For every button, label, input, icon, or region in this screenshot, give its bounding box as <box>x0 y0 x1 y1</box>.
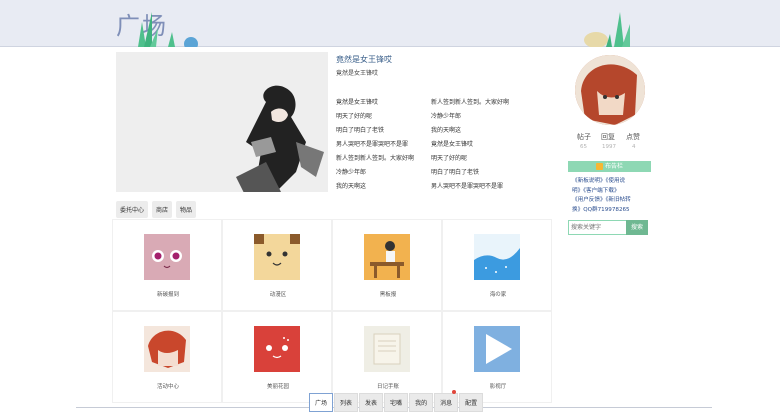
nav-home[interactable]: 宅嘴 <box>384 393 409 412</box>
news-item[interactable]: 明天了好的呢 <box>336 111 372 123</box>
news-item[interactable]: 明天了好的呢 <box>431 153 467 165</box>
avatar[interactable] <box>575 55 645 125</box>
board-label: 活动中心 <box>156 384 179 390</box>
board-card[interactable]: 美丽花园 <box>222 311 332 403</box>
activity-center-icon <box>144 326 190 372</box>
news-item[interactable]: 我的天啊这 <box>336 181 366 193</box>
board-label: 黑板报 <box>379 292 397 298</box>
news-item[interactable]: 竟然是女王锋哎 <box>431 139 473 151</box>
news-item[interactable]: 明白了明白了老铁 <box>431 167 479 179</box>
nav-messages[interactable]: 消息 <box>434 393 459 412</box>
notice-board: 《新板说明》《使用说 明》《客户端下载》 《用户反馈》《新旧帖转 换》QQ群71… <box>572 177 652 215</box>
board-card[interactable]: 海の家 <box>442 219 552 311</box>
grass-decoration-left <box>138 12 198 47</box>
board-card[interactable]: 日记手账 <box>332 311 442 403</box>
board-label: 影视厅 <box>489 384 507 390</box>
news-item[interactable]: 男人哭吧不是罪哭吧不是罪 <box>431 181 503 193</box>
news-item[interactable]: 明白了明白了老铁 <box>336 125 384 137</box>
news-item[interactable]: 竟然是女王锋哎 <box>336 97 378 109</box>
board-grid: 新碳报到 动漫区 黑板报 海の家 活动中心 美丽花园 日记手账 影视厅 <box>112 219 552 409</box>
search-box: 搜索 <box>568 220 648 235</box>
diary-icon <box>364 326 410 372</box>
notice-line[interactable]: 换》QQ群719978265 <box>572 206 652 216</box>
stat-likes-label: 点赞 <box>626 133 640 141</box>
news-item[interactable]: 我的天啊这 <box>431 125 461 137</box>
tab-commission[interactable]: 委托中心 <box>116 201 149 218</box>
beach-icon <box>474 234 520 280</box>
stat-replies-value: 1997 <box>602 144 616 150</box>
play-icon <box>474 326 520 372</box>
board-label: 日记手账 <box>376 384 399 390</box>
notice-board-header: 布告栏 <box>568 161 651 172</box>
stat-posts-label: 帖子 <box>577 133 591 141</box>
board-label: 美丽花园 <box>266 384 289 390</box>
avatar-illustration <box>575 55 645 125</box>
board-label: 新碳报到 <box>156 292 179 298</box>
stat-likes-value: 4 <box>632 144 636 150</box>
news-item[interactable]: 男人哭吧不是罪哭吧不是罪 <box>336 139 408 151</box>
news-item[interactable]: 冷静少年郎 <box>431 111 461 123</box>
featured-image[interactable] <box>116 52 328 197</box>
board-card[interactable]: 动漫区 <box>222 219 332 311</box>
board-label: 海の家 <box>489 292 507 298</box>
nav-mine[interactable]: 我的 <box>409 393 434 412</box>
news-item[interactable]: 新人签到新人签到。大家好啊 <box>431 97 509 109</box>
notice-line[interactable]: 《新板说明》《使用说 <box>572 177 652 187</box>
tab-shop[interactable]: 商店 <box>152 201 173 218</box>
notice-board-title: 布告栏 <box>604 163 623 170</box>
garden-icon <box>254 326 300 372</box>
anime-icon <box>254 234 300 280</box>
newcomer-icon <box>144 234 190 280</box>
stat-posts-value: 65 <box>580 144 587 150</box>
featured-illustration <box>116 52 328 197</box>
board-card[interactable]: 黑板报 <box>332 219 442 311</box>
nav-list[interactable]: 列表 <box>334 393 359 412</box>
notice-line[interactable]: 明》《客户端下载》 <box>572 187 652 197</box>
featured-subtitle: 竟然是女王锋哎 <box>336 70 379 77</box>
notification-dot <box>452 390 456 394</box>
board-label: 动漫区 <box>269 292 287 298</box>
search-input[interactable] <box>571 223 623 232</box>
nav-plaza[interactable]: 广场 <box>309 393 334 412</box>
nav-settings[interactable]: 配置 <box>459 393 484 412</box>
nav-post[interactable]: 发表 <box>359 393 384 412</box>
notice-line[interactable]: 《用户反馈》《新旧帖转 <box>572 196 652 206</box>
stat-replies-label: 回复 <box>601 133 615 141</box>
bottom-nav: 广场 列表 发表 宅嘴 我的 消息 配置 <box>309 393 484 412</box>
tab-items[interactable]: 物品 <box>176 201 197 218</box>
board-card[interactable]: 活动中心 <box>112 311 222 403</box>
section-tabs: 委托中心 商店 物品 <box>116 201 197 218</box>
news-item[interactable]: 冷静少年郎 <box>336 167 366 179</box>
board-card[interactable]: 影视厅 <box>442 311 552 403</box>
board-card[interactable]: 新碳报到 <box>112 219 222 311</box>
search-button[interactable]: 搜索 <box>626 220 648 235</box>
blackboard-icon <box>364 234 410 280</box>
notice-icon <box>595 163 603 170</box>
featured-title[interactable]: 竟然是女王锋哎 <box>336 54 392 65</box>
header-banner: 广场 <box>0 0 780 47</box>
grass-decoration-right <box>584 12 630 47</box>
news-item[interactable]: 新人签到新人签到。大家好啊 <box>336 153 414 165</box>
